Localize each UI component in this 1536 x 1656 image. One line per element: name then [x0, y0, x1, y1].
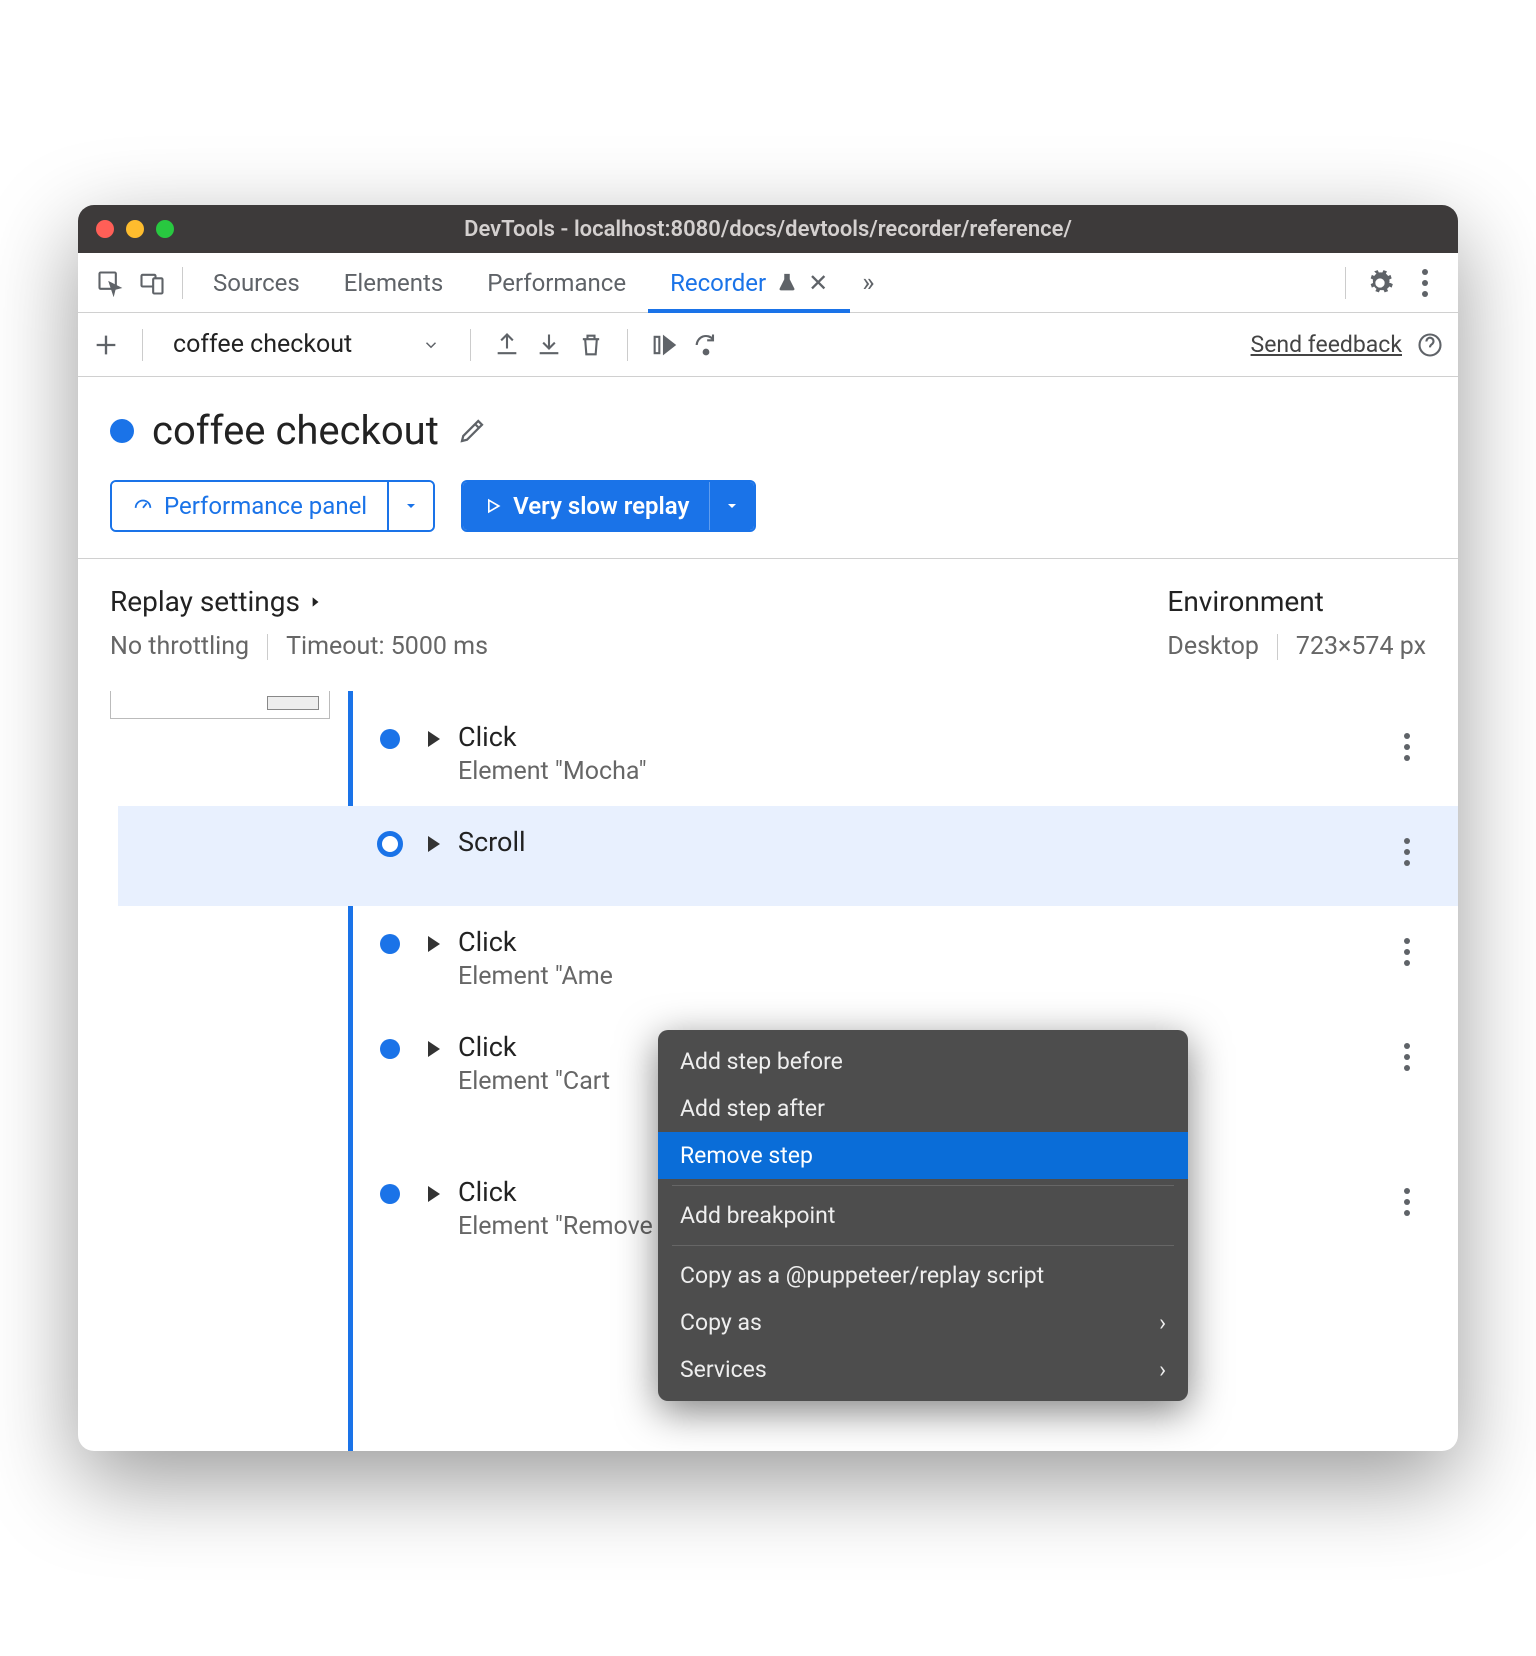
ctx-copy-puppeteer[interactable]: Copy as a @puppeteer/replay script	[658, 1252, 1188, 1299]
timeout-value: Timeout: 5000 ms	[286, 632, 488, 661]
step-icon[interactable]	[692, 331, 720, 359]
minimize-window[interactable]	[126, 220, 144, 238]
more-tabs[interactable]: »	[850, 268, 886, 298]
ctx-services[interactable]: Services›	[658, 1346, 1188, 1393]
performance-panel-dropdown[interactable]	[387, 482, 433, 530]
step-menu[interactable]	[1396, 930, 1418, 974]
chevron-right-icon	[308, 595, 322, 609]
context-menu: Add step before Add step after Remove st…	[658, 1030, 1188, 1401]
step-menu[interactable]	[1396, 830, 1418, 874]
expand-step-icon[interactable]	[428, 836, 440, 852]
add-icon[interactable]	[92, 331, 120, 359]
replay-button[interactable]: Very slow replay	[461, 480, 756, 532]
tabbar: Sources Elements Performance Recorder ✕ …	[78, 253, 1458, 313]
tab-elements[interactable]: Elements	[322, 253, 465, 312]
environment-header: Environment	[1167, 585, 1426, 618]
step-menu[interactable]	[1396, 725, 1418, 769]
gear-icon[interactable]	[1366, 269, 1394, 297]
recording-selector[interactable]: coffee checkout	[165, 330, 448, 359]
close-tab-icon[interactable]: ✕	[808, 269, 828, 297]
step-row[interactable]: Click Element "Mocha"	[118, 701, 1458, 806]
maximize-window[interactable]	[156, 220, 174, 238]
expand-step-icon[interactable]	[428, 731, 440, 747]
recording-status-dot	[110, 419, 134, 443]
tab-recorder[interactable]: Recorder ✕	[648, 253, 850, 312]
step-title: Click	[458, 721, 1418, 753]
tab-sources[interactable]: Sources	[191, 253, 322, 312]
replay-settings: Replay settings No throttling Timeout: 5…	[78, 559, 1458, 691]
replay-settings-header[interactable]: Replay settings	[110, 585, 1167, 618]
ctx-add-step-after[interactable]: Add step after	[658, 1085, 1188, 1132]
traffic-lights	[96, 220, 174, 238]
device-toggle-icon[interactable]	[138, 269, 166, 297]
throttling-value: No throttling	[110, 632, 249, 661]
chevron-right-icon: ›	[1159, 1309, 1166, 1336]
performance-panel-button[interactable]: Performance panel	[110, 480, 435, 532]
devtools-window: DevTools - localhost:8080/docs/devtools/…	[78, 205, 1458, 1451]
step-title: Click	[458, 926, 1418, 958]
help-icon[interactable]	[1416, 331, 1444, 359]
expand-step-icon[interactable]	[428, 936, 440, 952]
ctx-add-breakpoint[interactable]: Add breakpoint	[658, 1192, 1188, 1239]
chevron-down-icon	[422, 336, 440, 354]
tab-performance[interactable]: Performance	[465, 253, 648, 312]
step-row[interactable]: Scroll	[118, 806, 1458, 906]
step-subtitle: Element "Ame	[458, 962, 1418, 991]
send-feedback-link[interactable]: Send feedback	[1251, 331, 1402, 358]
titlebar: DevTools - localhost:8080/docs/devtools/…	[78, 205, 1458, 253]
step-menu[interactable]	[1396, 1180, 1418, 1224]
step-row[interactable]: Click Element "Ame	[118, 906, 1458, 1011]
dimensions-value: 723×574 px	[1296, 632, 1426, 661]
device-value: Desktop	[1167, 632, 1258, 661]
recorder-toolbar: coffee checkout Send feedback	[78, 313, 1458, 377]
play-icon	[483, 496, 503, 516]
window-title: DevTools - localhost:8080/docs/devtools/…	[464, 217, 1072, 242]
edit-icon[interactable]	[457, 416, 487, 446]
ctx-copy-as[interactable]: Copy as›	[658, 1299, 1188, 1346]
chevron-right-icon: ›	[1159, 1356, 1166, 1383]
replay-dropdown[interactable]	[709, 482, 754, 530]
export-icon[interactable]	[493, 331, 521, 359]
step-over-icon[interactable]	[650, 331, 678, 359]
ctx-add-step-before[interactable]: Add step before	[658, 1038, 1188, 1085]
step-title: Scroll	[458, 826, 1418, 858]
delete-icon[interactable]	[577, 331, 605, 359]
step-menu[interactable]	[1396, 1035, 1418, 1079]
flask-icon	[776, 272, 798, 294]
kebab-menu[interactable]	[1414, 261, 1436, 305]
close-window[interactable]	[96, 220, 114, 238]
recording-title: coffee checkout	[152, 407, 439, 454]
ctx-remove-step[interactable]: Remove step	[658, 1132, 1188, 1179]
import-icon[interactable]	[535, 331, 563, 359]
step-subtitle: Element "Mocha"	[458, 757, 1418, 786]
inspect-icon[interactable]	[96, 269, 124, 297]
expand-step-icon[interactable]	[428, 1041, 440, 1057]
expand-step-icon[interactable]	[428, 1186, 440, 1202]
recording-header: coffee checkout Performance panel Very s…	[78, 377, 1458, 558]
speedometer-icon	[132, 495, 154, 517]
